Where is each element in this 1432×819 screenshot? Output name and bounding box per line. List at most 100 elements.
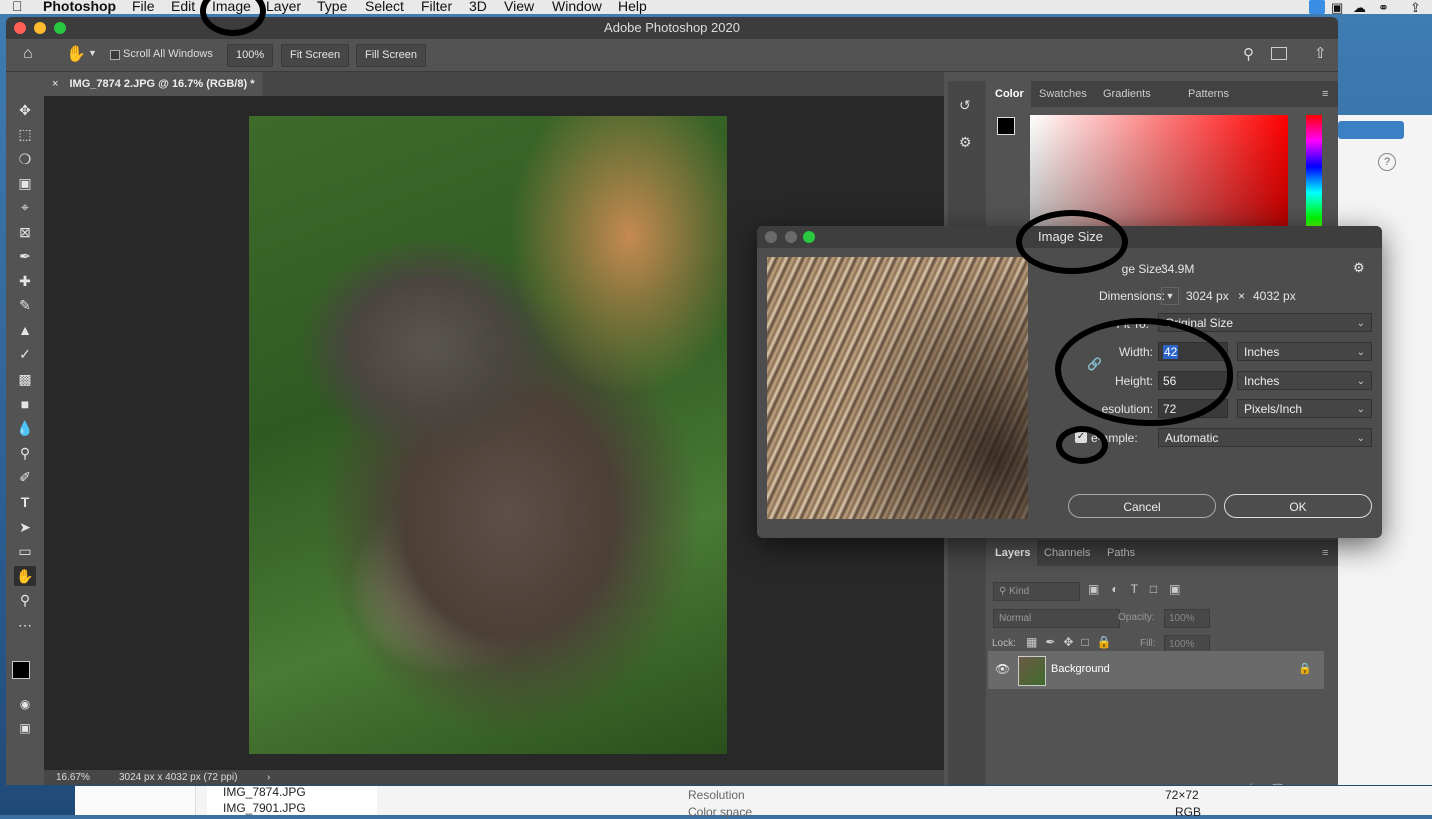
- finder-colorspace-label: Color space: [688, 805, 753, 819]
- ok-button[interactable]: OK: [1224, 494, 1372, 518]
- status-zoom[interactable]: 16.67%: [56, 770, 90, 785]
- eyedropper-tool-icon[interactable]: ✒: [14, 246, 36, 266]
- gear-icon[interactable]: ⚙: [1353, 260, 1365, 276]
- cancel-button[interactable]: Cancel: [1068, 494, 1216, 518]
- tab-channels[interactable]: Channels: [1044, 540, 1090, 566]
- tab-color[interactable]: Color: [988, 81, 1031, 107]
- menu-window[interactable]: Window: [552, 0, 602, 15]
- blur-tool-icon[interactable]: 💧: [14, 418, 36, 438]
- menu-edit[interactable]: Edit: [171, 0, 195, 15]
- brush-tool-icon[interactable]: ✎: [14, 295, 36, 315]
- menu-filter[interactable]: Filter: [421, 0, 452, 15]
- properties-panel-icon[interactable]: ⚙: [959, 134, 972, 151]
- close-window-button[interactable]: [14, 22, 26, 34]
- marquee-tool-icon[interactable]: ⬚: [14, 124, 36, 144]
- hue-slider[interactable]: [1306, 115, 1322, 244]
- crop-tool-icon[interactable]: ⌖: [14, 197, 36, 217]
- document-tab[interactable]: × IMG_7874 2.JPG @ 16.7% (RGB/8) *: [44, 72, 262, 96]
- width-unit-select[interactable]: Inches ⌄: [1237, 342, 1372, 361]
- screen-mode-icon[interactable]: ▣: [14, 718, 36, 738]
- filter-icons[interactable]: ▣◐T□▣: [1088, 582, 1193, 596]
- object-select-tool-icon[interactable]: ▣: [14, 173, 36, 193]
- layers-menu-icon[interactable]: ≡: [1322, 540, 1328, 566]
- eraser-tool-icon[interactable]: ▩: [14, 369, 36, 389]
- menu-app-photoshop[interactable]: Photoshop: [43, 0, 116, 15]
- gradient-tool-icon[interactable]: ■: [14, 394, 36, 414]
- search-icon[interactable]: ⚲: [1243, 45, 1254, 63]
- tab-swatches[interactable]: Swatches: [1039, 81, 1087, 107]
- resample-select[interactable]: Automatic ⌄: [1158, 428, 1372, 447]
- zoom-100-button[interactable]: 100%: [227, 44, 274, 67]
- chevron-down-icon[interactable]: ▼: [88, 48, 97, 58]
- type-tool-icon[interactable]: T: [14, 492, 36, 512]
- healing-brush-tool-icon[interactable]: ✚: [14, 271, 36, 291]
- minimize-window-button[interactable]: [34, 22, 46, 34]
- tab-gradients[interactable]: Gradients: [1103, 81, 1151, 107]
- move-tool-icon[interactable]: ✥: [14, 100, 36, 120]
- menu-help[interactable]: Help: [618, 0, 647, 15]
- blend-mode-select[interactable]: Normal: [993, 609, 1120, 628]
- dialog-close-button[interactable]: [765, 231, 777, 243]
- zoom-tool-icon[interactable]: ⚲: [14, 590, 36, 610]
- zoom-window-button[interactable]: [54, 22, 66, 34]
- hand-tool-preset-icon[interactable]: ✋: [66, 44, 86, 64]
- path-selection-tool-icon[interactable]: ➤: [14, 517, 36, 537]
- tab-patterns[interactable]: Patterns: [1188, 81, 1229, 107]
- menu-file[interactable]: File: [132, 0, 155, 15]
- share-icon[interactable]: ⇧: [1314, 44, 1327, 62]
- more-tools-icon[interactable]: ⋯: [14, 615, 36, 635]
- status-hand-icon[interactable]: [1309, 0, 1325, 14]
- fill-screen-button[interactable]: Fill Screen: [356, 44, 426, 67]
- panel-menu-icon[interactable]: ≡: [1322, 81, 1328, 107]
- layers-panel: Layers Channels Paths ≡ ⚲ Kind ▣◐T□▣ Nor…: [988, 540, 1338, 785]
- squirrel-photo[interactable]: [249, 116, 727, 754]
- color-fg-swatch[interactable]: [997, 117, 1015, 135]
- lock-icon[interactable]: 🔒: [1298, 662, 1312, 675]
- rectangle-tool-icon[interactable]: ▭: [14, 541, 36, 561]
- tab-layers[interactable]: Layers: [988, 540, 1038, 566]
- home-icon[interactable]: ⌂: [23, 45, 33, 63]
- menu-type[interactable]: Type: [317, 0, 347, 15]
- close-tab-icon[interactable]: ×: [52, 78, 58, 90]
- menu-layer[interactable]: Layer: [266, 0, 301, 15]
- lock-icons[interactable]: ▦✒✥□🔒: [1026, 635, 1120, 649]
- history-brush-tool-icon[interactable]: ✓: [14, 344, 36, 364]
- layer-name[interactable]: Background: [1051, 663, 1110, 675]
- history-panel-icon[interactable]: ↺: [959, 97, 971, 114]
- opacity-field[interactable]: 100%: [1164, 609, 1210, 628]
- dialog-minimize-button[interactable]: [785, 231, 797, 243]
- quick-mask-icon[interactable]: ◉: [14, 694, 36, 714]
- lasso-tool-icon[interactable]: ❍: [14, 149, 36, 169]
- status-upload-icon[interactable]: ⇪: [1410, 0, 1421, 17]
- help-icon[interactable]: ?: [1378, 153, 1396, 171]
- menu-3d[interactable]: 3D: [469, 0, 487, 15]
- foreground-color-swatch[interactable]: [12, 661, 30, 679]
- status-camera-icon[interactable]: ▣: [1331, 0, 1343, 17]
- hand-tool-icon[interactable]: ✋: [14, 566, 36, 586]
- dimensions-chevron-icon[interactable]: ▼: [1161, 287, 1179, 305]
- status-bar: 16.67% 3024 px x 4032 px (72 ppi) ›: [44, 770, 944, 785]
- kind-filter-select[interactable]: ⚲ Kind: [993, 582, 1080, 601]
- dialog-zoom-button[interactable]: [803, 231, 815, 243]
- status-cc-icon[interactable]: ⚭: [1378, 0, 1389, 17]
- fit-screen-button[interactable]: Fit Screen: [281, 44, 350, 67]
- status-cloud-icon[interactable]: ☁: [1353, 0, 1366, 17]
- workspace-icon[interactable]: [1271, 47, 1287, 60]
- clone-stamp-tool-icon[interactable]: ▲: [14, 320, 36, 340]
- pen-tool-icon[interactable]: ✐: [14, 467, 36, 487]
- chevron-right-icon[interactable]: ›: [267, 770, 270, 785]
- layer-row[interactable]: 👁 Background 🔒: [988, 651, 1324, 689]
- menu-view[interactable]: View: [504, 0, 534, 15]
- resolution-unit-select[interactable]: Pixels/Inch ⌄: [1237, 399, 1372, 418]
- file-item[interactable]: IMG_7901.JPG: [223, 801, 306, 815]
- layers-footer-icons[interactable]: ∞ƒ▣◐□➕🗑: [1148, 783, 1296, 785]
- file-item[interactable]: IMG_7874.JPG: [223, 785, 306, 799]
- height-unit-select[interactable]: Inches ⌄: [1237, 371, 1372, 390]
- frame-tool-icon[interactable]: ⊠: [14, 222, 36, 242]
- tab-paths[interactable]: Paths: [1107, 540, 1135, 566]
- menu-select[interactable]: Select: [365, 0, 404, 15]
- eye-icon[interactable]: 👁: [995, 662, 1010, 676]
- dodge-tool-icon[interactable]: ⚲: [14, 443, 36, 463]
- scroll-all-checkbox[interactable]: [110, 50, 120, 60]
- apple-icon[interactable]: : [12, 0, 23, 15]
